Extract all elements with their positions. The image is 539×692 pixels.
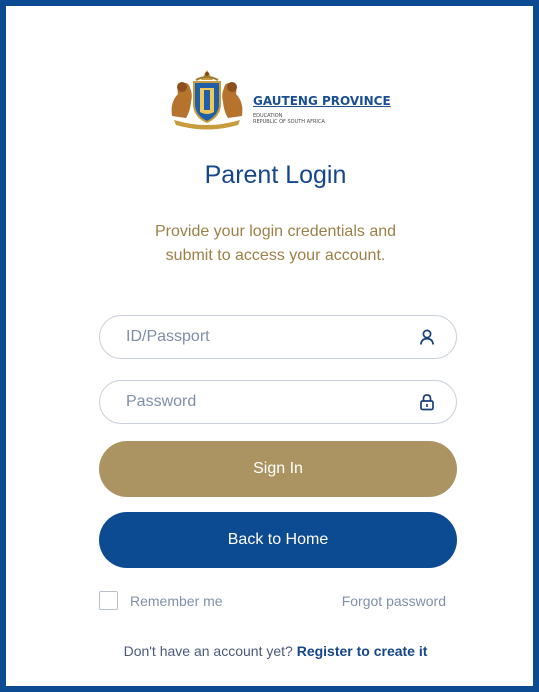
lock-icon	[420, 394, 434, 411]
forgot-password-link[interactable]: Forgot password	[342, 593, 446, 609]
remember-me-label: Remember me	[130, 593, 223, 609]
sign-in-button[interactable]: Sign In	[99, 441, 457, 497]
subtitle-line-1: Provide your login credentials and	[154, 223, 397, 240]
brand-name: GAUTENG PROVINCE	[253, 94, 391, 108]
login-frame: GAUTENG PROVINCE EDUCATION REPUBLIC OF S…	[0, 0, 539, 692]
id-passport-input[interactable]	[126, 316, 396, 358]
register-link[interactable]: Register to create it	[297, 643, 428, 659]
page-subtitle: Provide your login credentials and submi…	[6, 220, 539, 268]
gauteng-logo: GAUTENG PROVINCE EDUCATION REPUBLIC OF S…	[166, 68, 406, 132]
user-icon	[419, 329, 435, 345]
page-title: Parent Login	[204, 161, 347, 189]
subtitle-line-2: submit to access your account.	[165, 247, 386, 264]
remember-me-checkbox[interactable]	[99, 591, 118, 610]
back-to-home-button[interactable]: Back to Home	[99, 512, 457, 568]
id-passport-field[interactable]	[99, 315, 457, 359]
password-field[interactable]	[99, 380, 457, 424]
register-prompt: Don't have an account yet? Register to c…	[6, 643, 539, 659]
coat-of-arms-icon	[171, 70, 243, 130]
brand-subline-country: REPUBLIC OF SOUTH AFRICA	[253, 119, 325, 125]
password-input[interactable]	[126, 381, 396, 423]
register-prompt-text: Don't have an account yet?	[123, 643, 293, 659]
